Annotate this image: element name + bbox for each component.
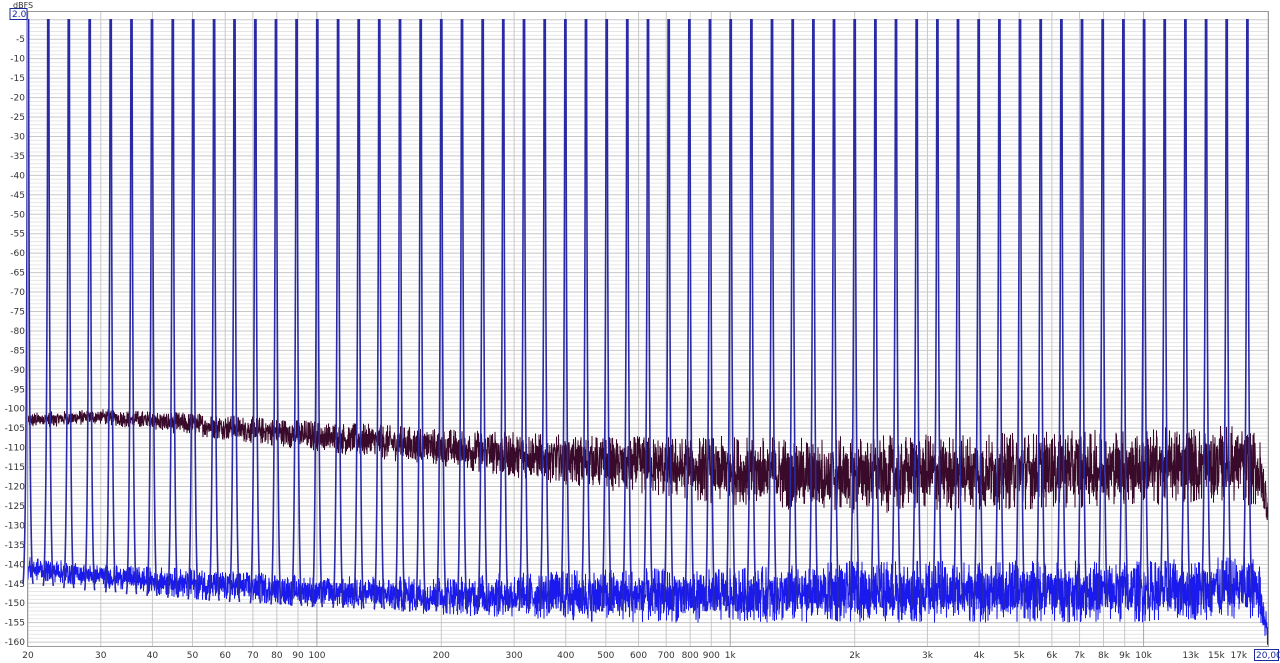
- y-tick-label: -130: [5, 521, 26, 531]
- y-tick-label: -65: [10, 269, 25, 279]
- x-tick-label: 40: [147, 651, 159, 661]
- y-tick-label: -125: [5, 502, 25, 512]
- y-tick-label: -120: [5, 483, 26, 493]
- x-tick-label: 60: [219, 651, 231, 661]
- x-tick-label: 500: [597, 651, 614, 661]
- y-tick-label: -110: [5, 444, 26, 454]
- x-tick-label: 700: [658, 651, 675, 661]
- x-tick-label: 20: [22, 651, 34, 661]
- x-tick-label: 400: [557, 651, 574, 661]
- y-tick-label: -85: [10, 346, 25, 356]
- x-tick-label: 70: [247, 651, 259, 661]
- svg-text:2.0: 2.0: [12, 10, 27, 20]
- y-tick-label: -115: [5, 463, 25, 473]
- y-tick-label: -160: [5, 638, 26, 648]
- y-tick-label: -30: [10, 132, 25, 142]
- y-tick-label: -55: [10, 230, 25, 240]
- x-tick-label: 300: [506, 651, 523, 661]
- x-tick-label: 3k: [922, 651, 934, 661]
- svg-text:20,00k: 20,00k: [1256, 651, 1280, 661]
- spectrum-chart: -5 -10 -15 -20 -25 -30 -35 -40 -45 -50 -55 -60 -65 -7…: [0, 0, 1280, 663]
- x-tick-label: 200: [433, 651, 450, 661]
- y-tick-label: -60: [10, 249, 25, 259]
- y-tick-label: -20: [10, 94, 25, 104]
- y-tick-label: -155: [5, 619, 25, 629]
- y-tick-label: -75: [10, 307, 25, 317]
- y-tick-label: -90: [10, 366, 25, 376]
- x-tick-label: 80: [271, 651, 283, 661]
- y-tick-label: -10: [10, 55, 25, 65]
- y-cursor-readout[interactable]: 2.0: [9, 8, 28, 21]
- y-tick-label: -80: [10, 327, 25, 337]
- x-tick-label: 800: [682, 651, 699, 661]
- y-tick-label: -150: [5, 599, 26, 609]
- y-tick-label: -15: [10, 74, 25, 84]
- x-tick-label: 13k: [1182, 651, 1199, 661]
- x-tick-label: 17k: [1230, 651, 1247, 661]
- y-tick-label: -5: [16, 35, 25, 45]
- x-tick-label: 6k: [1046, 651, 1058, 661]
- x-tick-label: 600: [630, 651, 647, 661]
- y-tick-label: -40: [10, 171, 25, 181]
- x-tick-label: 8k: [1098, 651, 1110, 661]
- y-tick-label: -100: [5, 405, 26, 415]
- y-tick-label: -95: [10, 385, 25, 395]
- x-tick-label: 30: [95, 651, 107, 661]
- x-tick-label: 15k: [1208, 651, 1225, 661]
- x-tick-label: 9k: [1119, 651, 1131, 661]
- x-tick-label: 5k: [1014, 651, 1026, 661]
- x-tick-label: 7k: [1074, 651, 1086, 661]
- x-cursor-readout[interactable]: 20,00k: [1254, 649, 1280, 662]
- x-tick-label: 1k: [725, 651, 737, 661]
- x-tick-label: 4k: [974, 651, 986, 661]
- y-tick-label: -50: [10, 210, 25, 220]
- x-tick-label: 2k: [849, 651, 861, 661]
- x-tick-label: 50: [187, 651, 199, 661]
- y-tick-label: -145: [5, 580, 25, 590]
- y-tick-label: -135: [5, 541, 25, 551]
- y-tick-label: -45: [10, 191, 25, 201]
- x-tick-label: 900: [703, 651, 720, 661]
- y-tick-label: -25: [10, 113, 25, 123]
- x-tick-label: 100: [308, 651, 325, 661]
- y-tick-label: -105: [5, 424, 25, 434]
- y-tick-label: -70: [10, 288, 25, 298]
- x-tick-label: 10k: [1135, 651, 1152, 661]
- x-tick-label: 90: [292, 651, 304, 661]
- y-tick-label: -35: [10, 152, 25, 162]
- y-tick-label: -140: [5, 560, 26, 570]
